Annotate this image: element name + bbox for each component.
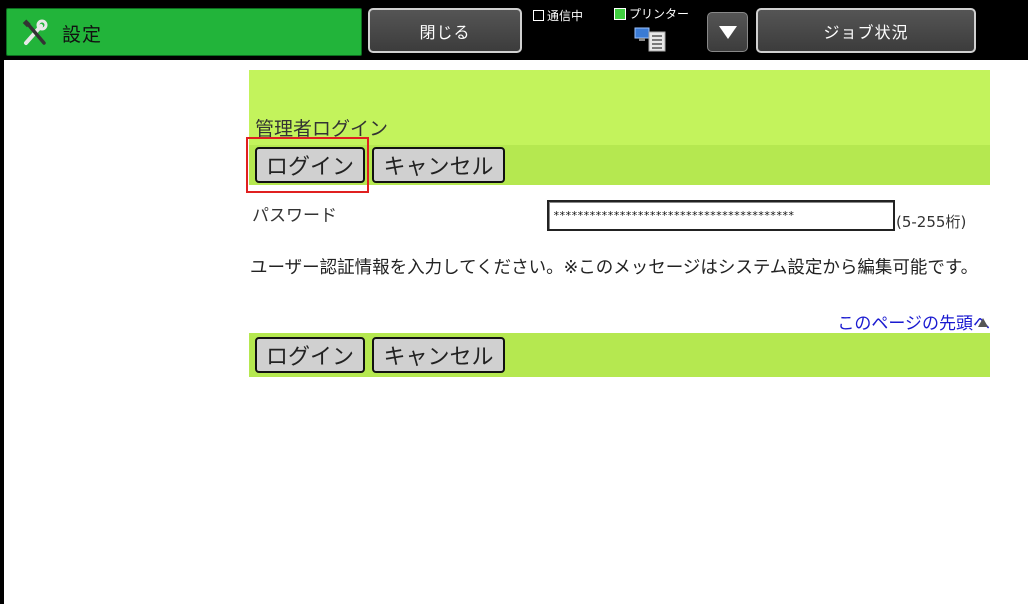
top-bar: 設定 閉じる 通信中 プリンター ジョブ状況 — [0, 0, 1028, 60]
job-status-button[interactable]: ジョブ状況 — [756, 8, 976, 53]
printer-icon — [634, 27, 666, 52]
left-edge — [0, 60, 4, 604]
auth-message: ユーザー認証情報を入力してください。※このメッセージはシステム設定から編集可能で… — [250, 258, 979, 278]
printer-indicator-icon — [614, 7, 626, 20]
focus-highlight — [246, 137, 369, 193]
comm-indicator-icon — [533, 10, 544, 21]
dropdown-arrow-icon — [718, 25, 737, 39]
cancel-button-bottom[interactable]: キャンセル — [372, 337, 505, 373]
password-label: パスワード — [252, 206, 337, 226]
settings-title-tab: 設定 — [6, 8, 362, 56]
tools-icon — [22, 19, 48, 45]
login-button-bottom[interactable]: ログイン — [255, 337, 365, 373]
status-printer: プリンター — [614, 5, 689, 22]
status-dropdown-button[interactable] — [707, 12, 748, 52]
status-communicating: 通信中 — [533, 7, 583, 24]
page-title: 設定 — [62, 24, 103, 46]
password-length-hint: (5-255桁) — [896, 213, 967, 231]
status-printer-label: プリンター — [629, 7, 690, 21]
password-field[interactable] — [547, 200, 895, 231]
up-arrow-icon — [978, 318, 988, 327]
close-button[interactable]: 閉じる — [368, 8, 522, 53]
status-comm-label: 通信中 — [547, 9, 584, 23]
page-top-link[interactable]: このページの先頭へ — [837, 309, 990, 334]
cancel-button[interactable]: キャンセル — [372, 147, 505, 183]
